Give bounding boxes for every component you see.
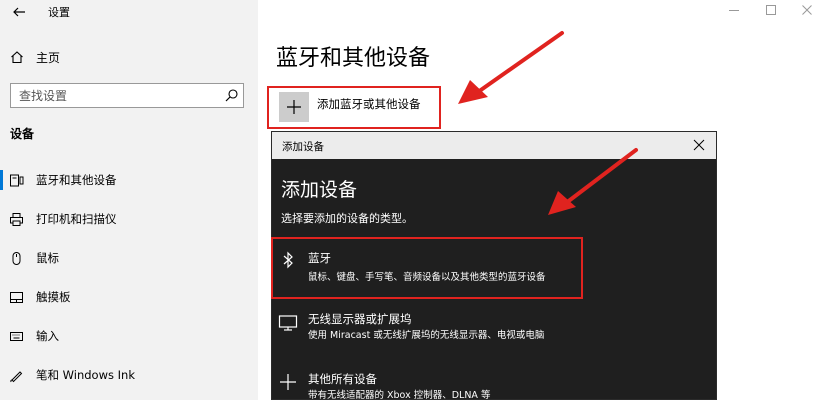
sidebar-item-printers[interactable]: 打印机和扫描仪	[0, 204, 258, 234]
window-title: 设置	[48, 6, 70, 19]
sidebar-item-mouse[interactable]: 鼠标	[0, 243, 258, 273]
dialog-subtitle: 选择要添加的设备的类型。	[281, 212, 413, 225]
arrow-to-add-device	[458, 31, 564, 104]
option-description: 带有无线适配器的 Xbox 控制器、DLNA 等	[308, 390, 491, 400]
plus-icon	[280, 374, 296, 390]
printer-icon	[10, 212, 23, 226]
keyboard-icon	[10, 331, 23, 341]
sidebar-item-label: 输入	[36, 329, 59, 343]
home-link[interactable]: 主页	[10, 48, 60, 66]
sidebar: 设置 主页 设备 蓝牙和其他设备 打印机和扫描仪	[0, 0, 258, 400]
search-box[interactable]	[10, 83, 244, 108]
maximize-icon[interactable]	[763, 2, 779, 18]
close-icon[interactable]	[692, 138, 706, 152]
search-icon[interactable]	[224, 88, 239, 103]
dialog-heading: 添加设备	[281, 179, 358, 201]
sidebar-item-bluetooth[interactable]: 蓝牙和其他设备	[0, 165, 258, 195]
sidebar-item-label: 打印机和扫描仪	[36, 212, 117, 226]
plus-icon	[287, 100, 301, 114]
sidebar-item-label: 蓝牙和其他设备	[36, 173, 117, 187]
dialog-header-title: 添加设备	[282, 141, 324, 153]
selected-indicator	[0, 170, 3, 190]
minimize-icon[interactable]	[726, 2, 742, 18]
option-title: 无线显示器或扩展坞	[308, 312, 412, 326]
sidebar-item-typing[interactable]: 输入	[0, 321, 258, 351]
add-device-button[interactable]	[279, 92, 309, 122]
add-device-label[interactable]: 添加蓝牙或其他设备	[317, 96, 421, 112]
dialog-header: 添加设备	[272, 132, 716, 159]
sidebar-item-touchpad[interactable]: 触摸板	[0, 282, 258, 312]
back-arrow-icon[interactable]	[10, 3, 28, 21]
pen-icon	[10, 370, 23, 382]
option-description: 使用 Miracast 或无线扩展坞的无线显示器、电视或电脑	[308, 330, 545, 341]
option-wireless-display[interactable]: 无线显示器或扩展坞 使用 Miracast 或无线扩展坞的无线显示器、电视或电脑	[272, 307, 716, 347]
sidebar-item-pen[interactable]: 笔和 Windows Ink	[0, 360, 258, 390]
bluetooth-option-highlight	[271, 237, 583, 299]
home-label: 主页	[36, 50, 61, 65]
bluetooth-devices-icon	[10, 174, 24, 186]
sidebar-item-label: 笔和 Windows Ink	[36, 368, 135, 382]
home-icon	[11, 51, 23, 64]
section-label: 设备	[10, 127, 35, 141]
sidebar-item-label: 触摸板	[36, 290, 71, 304]
page-title: 蓝牙和其他设备	[276, 46, 431, 71]
search-input[interactable]	[11, 84, 216, 107]
touchpad-icon	[10, 291, 23, 303]
option-title: 其他所有设备	[308, 372, 377, 386]
sidebar-item-label: 鼠标	[36, 251, 59, 265]
monitor-icon	[278, 315, 298, 331]
option-everything-else[interactable]: 其他所有设备 带有无线适配器的 Xbox 控制器、DLNA 等	[272, 368, 716, 400]
mouse-icon	[12, 251, 21, 265]
close-window-icon[interactable]	[799, 2, 815, 18]
